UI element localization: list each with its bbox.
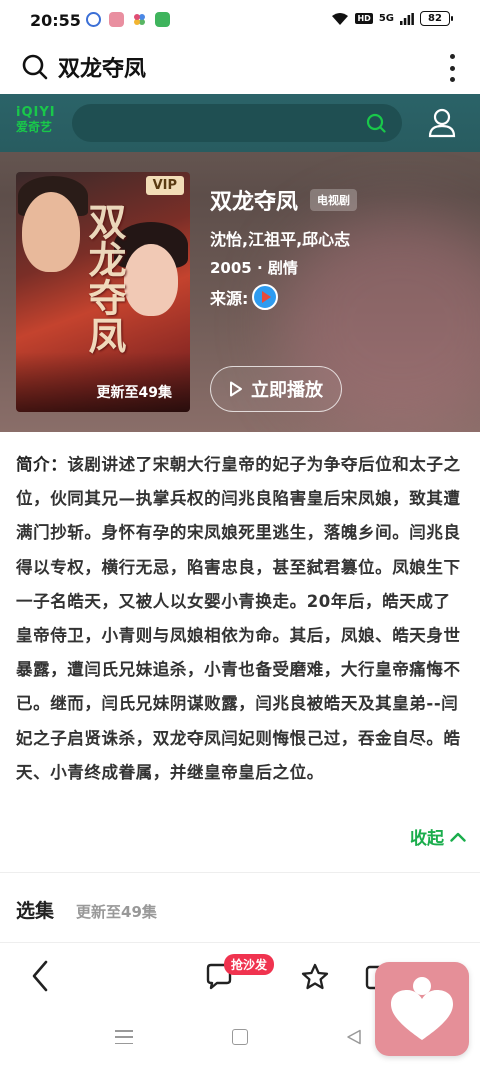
title-row: 双龙夺凤 电视剧 (210, 184, 358, 216)
show-poster[interactable]: 双龙夺凤 VIP 更新至49集 (16, 172, 190, 412)
recent-apps-icon[interactable] (115, 1030, 133, 1044)
star-icon[interactable] (300, 962, 330, 992)
synopsis: 简介：该剧讲述了宋朝大行皇帝的妃子为争夺后位和太子之位，伙同其兄—执掌兵权的闫兆… (16, 448, 466, 790)
search-icon[interactable] (22, 54, 48, 80)
signal-label: 5G (378, 13, 394, 24)
source-row: 来源: (210, 284, 279, 310)
notification-icons (86, 12, 170, 27)
heart-app-icon (109, 12, 124, 27)
episodes-title: 选集 (16, 900, 55, 922)
heart-icon (391, 977, 453, 1040)
poster-update-text: 更新至49集 (96, 385, 172, 401)
battery-icon: 82 (420, 11, 453, 26)
status-time: 20:55 (30, 11, 81, 30)
show-title: 双龙夺凤 (210, 190, 299, 215)
signal-bars-icon (400, 12, 414, 25)
type-badge: 电视剧 (310, 189, 358, 211)
search-icon[interactable] (366, 113, 386, 133)
system-status: HD 5G 82 (331, 11, 453, 26)
nav-back-icon[interactable] (346, 1029, 362, 1045)
show-hero: iQIYI 爱奇艺 双龙夺凤 VIP 更新至49集 双龙夺凤 电视剧 沈怡,江祖… (0, 94, 480, 432)
play-now-label: 立即播放 (251, 380, 323, 401)
synopsis-label: 简介： (16, 455, 68, 474)
collapse-button[interactable]: 收起 (410, 824, 466, 849)
source-play-icon[interactable] (252, 284, 279, 310)
wifi-icon (332, 12, 349, 25)
collapse-label: 收起 (410, 829, 444, 849)
iqiyi-search-box[interactable] (72, 104, 402, 142)
status-bar: 20:55 HD 5G 82 (0, 0, 480, 40)
floating-heart-widget[interactable] (375, 962, 469, 1056)
vip-badge: VIP (145, 176, 184, 195)
home-icon[interactable] (232, 1029, 248, 1045)
iqiyi-logo[interactable]: iQIYI 爱奇艺 (16, 106, 56, 133)
back-icon[interactable] (28, 958, 52, 994)
more-options-icon[interactable] (448, 54, 456, 82)
divider (0, 872, 480, 873)
poster-figure (22, 192, 80, 272)
search-header: 双龙夺凤 (0, 40, 480, 94)
synopsis-text: 该剧讲述了宋朝大行皇帝的妃子为争夺后位和太子之位，伙同其兄—执掌兵权的闫兆良陷害… (16, 455, 461, 782)
sofa-badge[interactable]: 抢沙发 (224, 954, 275, 975)
search-query[interactable]: 双龙夺凤 (58, 51, 146, 83)
episodes-section[interactable]: 选集 更新至49集 (16, 896, 157, 923)
poster-figure (124, 244, 178, 316)
divider (0, 942, 480, 943)
iqiyi-topbar: iQIYI 爱奇艺 (0, 94, 480, 152)
show-meta: 2005 · 剧情 (210, 259, 298, 277)
flower-app-icon (132, 12, 147, 27)
user-icon[interactable] (428, 108, 456, 138)
show-cast: 沈怡,江祖平,邱心志 (210, 230, 351, 249)
iqiyi-logo-cn: 爱奇艺 (16, 120, 53, 134)
chevron-up-icon (450, 832, 466, 842)
episodes-update: 更新至49集 (76, 903, 157, 921)
hd-icon: HD (355, 13, 373, 24)
shop-app-icon (155, 12, 170, 27)
play-now-button[interactable]: 立即播放 (210, 366, 342, 412)
paw-app-icon (86, 12, 101, 27)
play-icon (230, 381, 242, 397)
poster-calligraphy: 双龙夺凤 (82, 202, 127, 354)
iqiyi-logo-en: iQIYI (16, 105, 56, 120)
source-label: 来源: (210, 289, 249, 308)
